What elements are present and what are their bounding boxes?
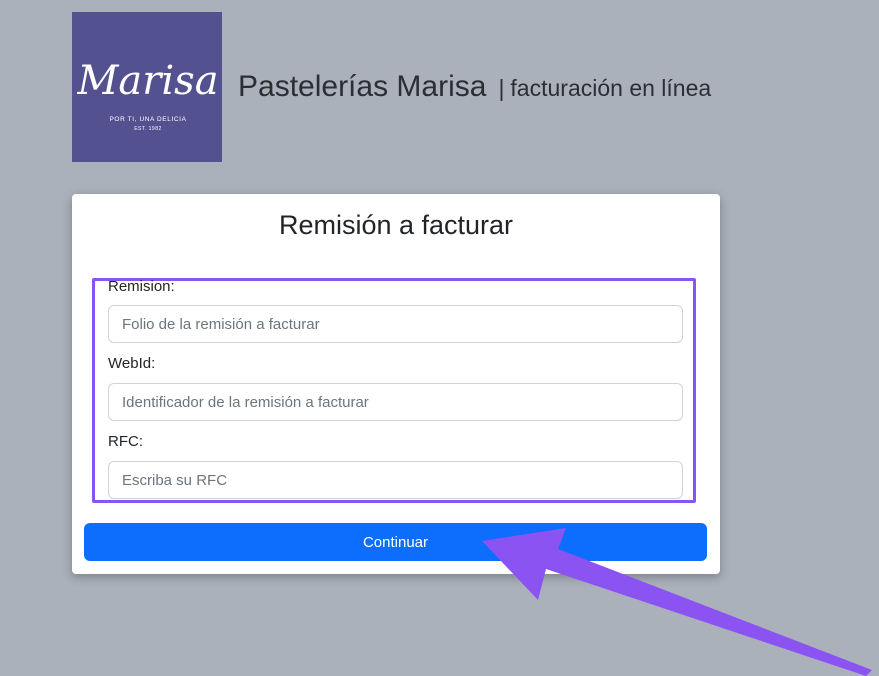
rfc-input[interactable] <box>108 461 683 499</box>
logo-established: EST. 1982 <box>134 126 162 132</box>
webid-input[interactable] <box>108 383 683 421</box>
rfc-label: RFC: <box>108 433 143 450</box>
invoice-form-card: Remisión a facturar Remision: WebId: RFC… <box>72 194 720 574</box>
brand-separator: | <box>498 75 505 101</box>
logo-tagline: POR TI, UNA DELICIA <box>109 116 186 123</box>
marisa-logo-graphic: Marisa POR TI, UNA DELICIA EST. 1982 <box>76 58 218 132</box>
brand-heading: Pastelerías Marisa | facturación en líne… <box>238 70 711 104</box>
brand-subtitle: facturación en línea <box>510 75 712 101</box>
webid-label: WebId: <box>108 355 156 372</box>
remision-input[interactable] <box>108 305 683 343</box>
logo-script-text: Marisa <box>76 58 218 104</box>
page: Marisa POR TI, UNA DELICIA EST. 1982 Pas… <box>0 0 879 676</box>
form-title: Remisión a facturar <box>278 210 514 240</box>
remision-label: Remision: <box>108 278 175 295</box>
brand-name: Pastelerías Marisa <box>238 70 487 103</box>
marisa-logo: Marisa POR TI, UNA DELICIA EST. 1982 <box>72 12 222 162</box>
continue-button[interactable]: Continuar <box>84 523 707 561</box>
